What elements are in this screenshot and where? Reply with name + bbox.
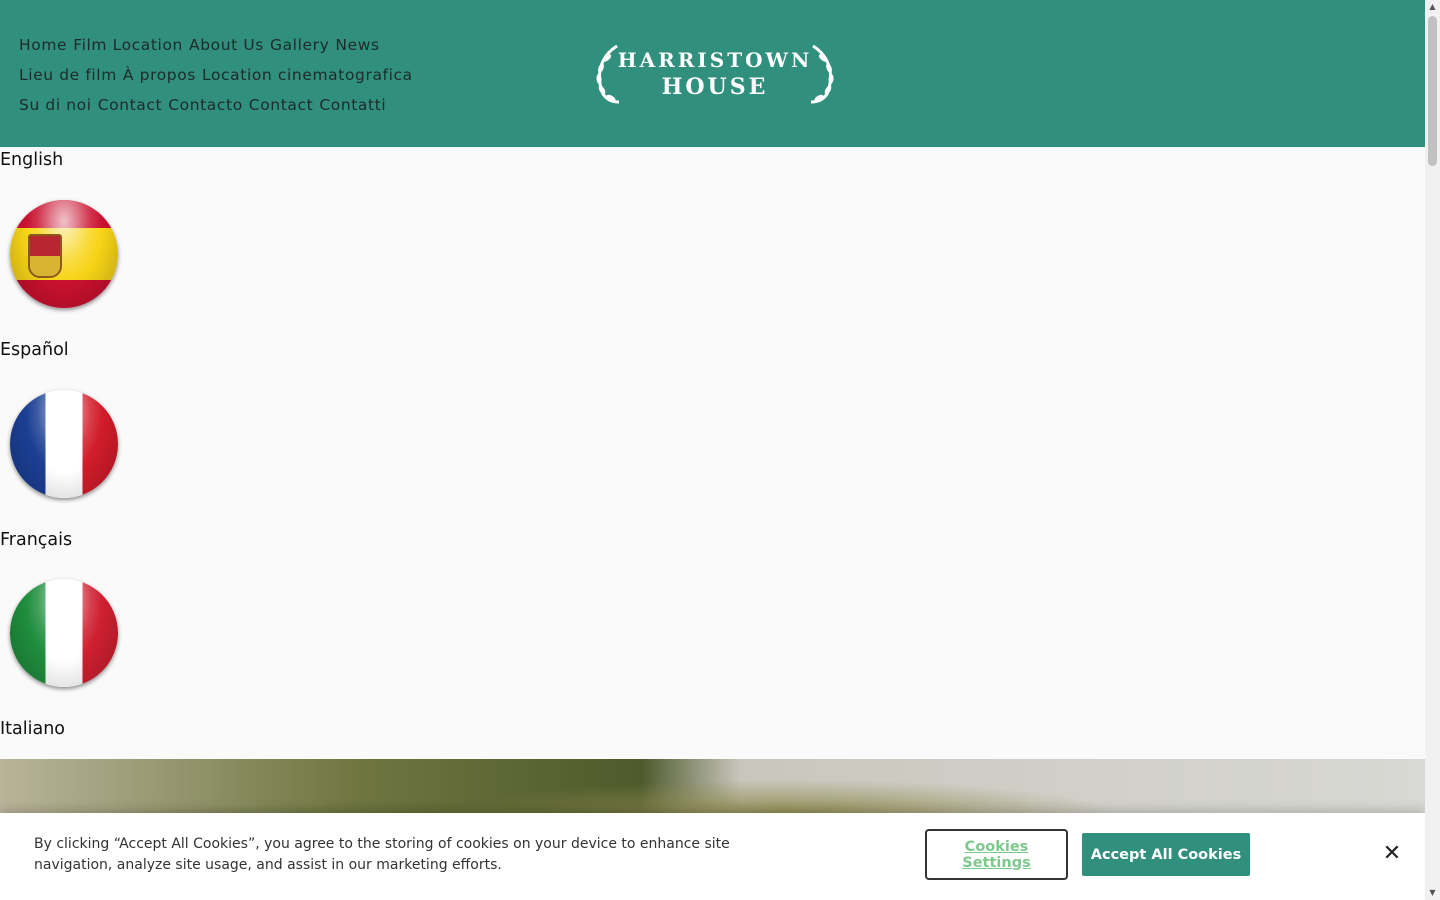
nav-link-location-cinematografica[interactable]: Location cinematografica — [202, 66, 413, 84]
france-flag-icon[interactable] — [10, 390, 118, 498]
nav-link-su-di-noi[interactable]: Su di noi — [19, 96, 92, 114]
scrollbar-thumb[interactable] — [1428, 16, 1437, 166]
close-icon[interactable]: ✕ — [1380, 842, 1404, 866]
nav-row: Su di noi Contact Contacto Contact Conta… — [19, 90, 439, 120]
spain-flag-icon[interactable] — [10, 200, 118, 308]
cookie-banner: By clicking “Accept All Cookies”, you ag… — [0, 813, 1425, 900]
nav-link-contacto[interactable]: Contacto — [168, 96, 243, 114]
nav-row: Home Film Location About Us Gallery News — [19, 30, 439, 60]
nav-link-news[interactable]: News — [335, 36, 379, 54]
language-link-espanol[interactable]: Español — [0, 340, 69, 360]
page: Home Film Location About Us Gallery News… — [0, 0, 1425, 900]
cookie-banner-text: By clicking “Accept All Cookies”, you ag… — [34, 836, 730, 873]
language-link-francais[interactable]: Français — [0, 530, 72, 550]
nav-link-contact-fr[interactable]: Contact — [249, 96, 314, 114]
scroll-down-arrow-icon[interactable]: ▼ — [1425, 886, 1440, 900]
accept-all-cookies-button[interactable]: Accept All Cookies — [1082, 833, 1250, 876]
italy-flag-icon[interactable] — [10, 579, 118, 687]
nav-row: Lieu de film À propos Location cinematog… — [19, 60, 439, 90]
spain-coat-of-arms — [28, 234, 62, 278]
nav-link-about-us[interactable]: About Us — [189, 36, 264, 54]
logo-text-line1: HARRISTOWN — [617, 48, 813, 72]
nav-link-home[interactable]: Home — [19, 36, 67, 54]
nav-link-contact[interactable]: Contact — [98, 96, 163, 114]
cookies-settings-button[interactable]: Cookies Settings — [925, 829, 1068, 880]
language-link-english[interactable]: English — [0, 150, 63, 170]
nav-link-a-propos[interactable]: À propos — [123, 66, 196, 84]
language-link-italiano[interactable]: Italiano — [0, 719, 65, 739]
site-header: Home Film Location About Us Gallery News… — [0, 0, 1425, 147]
nav-link-film-location[interactable]: Film Location — [73, 36, 183, 54]
logo-text-line2: HOUSE — [661, 74, 769, 100]
laurel-right-icon — [810, 44, 834, 104]
scroll-up-arrow-icon[interactable]: ▲ — [1425, 0, 1440, 14]
vertical-scrollbar[interactable]: ▲ ▼ — [1425, 0, 1440, 900]
nav-link-lieu-de-film[interactable]: Lieu de film — [19, 66, 117, 84]
site-logo[interactable]: HARRISTOWN HOUSE — [593, 44, 837, 104]
main-nav: Home Film Location About Us Gallery News… — [19, 30, 439, 120]
nav-link-gallery[interactable]: Gallery — [270, 36, 329, 54]
nav-link-contatti[interactable]: Contatti — [319, 96, 386, 114]
